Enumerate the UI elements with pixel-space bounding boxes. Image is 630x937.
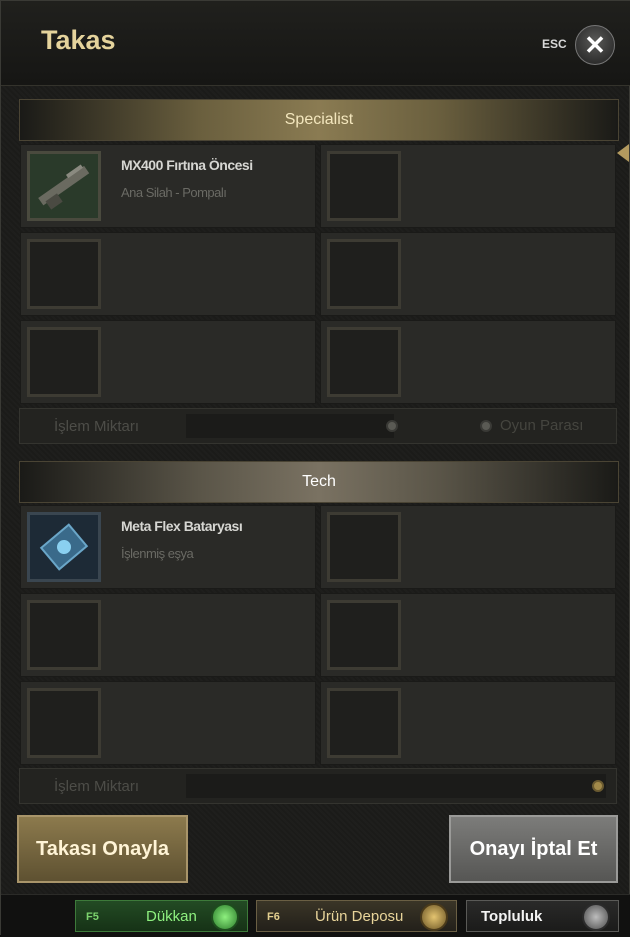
- community-icon: [582, 903, 610, 931]
- item-icon-frame: [27, 688, 101, 758]
- coin-icon: [386, 420, 398, 432]
- item-name: Meta Flex Bataryası: [121, 518, 243, 534]
- trade-window: Takas ESC ✕ Specialist MX400 Fırtına Önc…: [0, 0, 630, 937]
- item-slot[interactable]: [320, 593, 616, 677]
- quantity-bar-tech: İşlem Miktarı: [19, 768, 617, 804]
- community-tab[interactable]: Topluluk: [466, 900, 619, 932]
- item-icon-frame: [327, 327, 401, 397]
- item-slot[interactable]: [20, 593, 316, 677]
- shop-hotkey: F5: [86, 911, 99, 923]
- section-header-tech: Tech: [19, 461, 619, 503]
- item-slot[interactable]: [320, 320, 616, 404]
- depot-hotkey: F6: [267, 911, 280, 923]
- close-icon: ✕: [584, 30, 606, 60]
- quantity-bar-specialist: İşlem Miktarı Oyun Parası: [19, 408, 617, 444]
- battery-icon: [30, 515, 98, 579]
- quantity-input[interactable]: [186, 414, 394, 438]
- section-header-specialist: Specialist: [19, 99, 619, 141]
- item-slot[interactable]: [20, 320, 316, 404]
- item-slot[interactable]: [320, 681, 616, 765]
- shop-label: Dükkan: [146, 908, 197, 925]
- coin-icon: [480, 420, 492, 432]
- item-icon-frame: [327, 688, 401, 758]
- item-type: İşlenmiş eşya: [121, 546, 194, 561]
- depot-tab[interactable]: F6 Ürün Deposu: [256, 900, 457, 932]
- currency-label: Oyun Parası: [500, 417, 584, 434]
- coin-icon: [592, 780, 604, 792]
- item-name: MX400 Fırtına Öncesi: [121, 157, 253, 173]
- item-icon-frame: [327, 600, 401, 670]
- item-icon-frame: [27, 600, 101, 670]
- window-title: Takas: [41, 25, 116, 55]
- item-icon-frame: [327, 151, 401, 221]
- item-slot[interactable]: [320, 232, 616, 316]
- community-label: Topluluk: [481, 908, 543, 925]
- shop-icon: [211, 903, 239, 931]
- quantity-label: İşlem Miktarı: [54, 418, 140, 435]
- item-icon-frame: [327, 239, 401, 309]
- item-icon-frame: [27, 512, 101, 582]
- gem-icon: [420, 903, 448, 931]
- depot-label: Ürün Deposu: [315, 908, 404, 925]
- shotgun-icon: [30, 154, 98, 218]
- shop-tab[interactable]: F5 Dükkan: [75, 900, 248, 932]
- quantity-label: İşlem Miktarı: [54, 778, 140, 795]
- title-bar: Takas ESC ✕: [1, 1, 630, 86]
- esc-hint: ESC: [542, 37, 567, 51]
- close-button[interactable]: ✕: [575, 25, 615, 65]
- item-slot[interactable]: [20, 681, 316, 765]
- quantity-input[interactable]: [186, 774, 606, 798]
- side-arrow-icon[interactable]: [617, 144, 629, 162]
- item-slot[interactable]: MX400 Fırtına Öncesi Ana Silah - Pompalı: [20, 144, 316, 228]
- item-icon-frame: [27, 239, 101, 309]
- item-icon-frame: [327, 512, 401, 582]
- item-slot[interactable]: Meta Flex Bataryası İşlenmiş eşya: [20, 505, 316, 589]
- item-slot[interactable]: [320, 144, 616, 228]
- item-slot[interactable]: [20, 232, 316, 316]
- item-slot[interactable]: [320, 505, 616, 589]
- cancel-confirmation-button[interactable]: Onayı İptal Et: [449, 815, 618, 883]
- currency-field: Oyun Parası: [428, 409, 622, 443]
- item-icon-frame: [27, 327, 101, 397]
- item-type: Ana Silah - Pompalı: [121, 185, 227, 200]
- item-icon-frame: [27, 151, 101, 221]
- confirm-trade-button[interactable]: Takası Onayla: [17, 815, 188, 883]
- bottom-bar: F5 Dükkan F6 Ürün Deposu Topluluk: [1, 894, 630, 937]
